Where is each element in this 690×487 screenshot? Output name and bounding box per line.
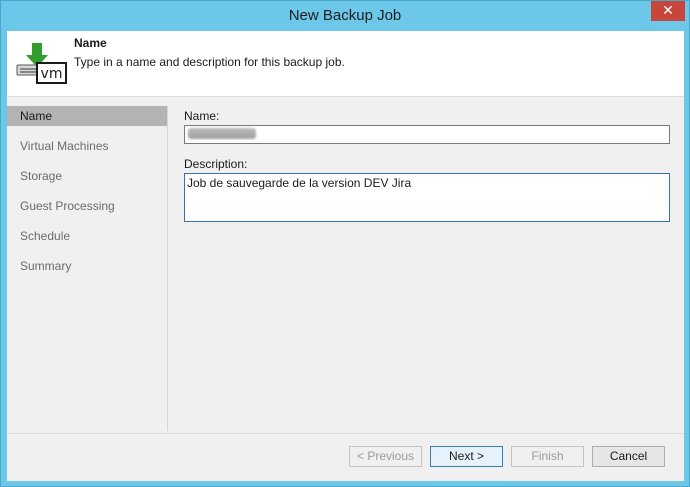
name-input[interactable] [184,125,670,144]
step-title: Name [74,36,107,50]
footer-divider [7,433,684,434]
close-icon: ✕ [662,2,674,18]
backup-vm-icon: vm [16,43,67,84]
sidebar-item-summary[interactable]: Summary [7,256,167,276]
sidebar-item-storage[interactable]: Storage [7,166,167,186]
redacted-name-value [188,128,256,139]
next-button[interactable]: Next > [430,446,503,467]
sidebar-item-guest-processing[interactable]: Guest Processing [7,196,167,216]
window-title: New Backup Job [288,7,402,24]
sidebar-item-name[interactable]: Name [7,106,167,126]
wizard-body: vm Name Type in a name and description f… [7,31,684,481]
wizard-steps-sidebar: Name Virtual Machines Storage Guest Proc… [7,106,168,431]
finish-button[interactable]: Finish [511,446,584,467]
previous-button[interactable]: < Previous [349,446,422,467]
sidebar-item-virtual-machines[interactable]: Virtual Machines [7,136,167,156]
sidebar-item-schedule[interactable]: Schedule [7,226,167,246]
step-description: Type in a name and description for this … [74,55,345,69]
name-label: Name: [184,109,220,123]
description-label: Description: [184,157,248,171]
description-input[interactable]: Job de sauvegarde de la version DEV Jira [184,173,670,222]
cancel-button[interactable]: Cancel [592,446,665,467]
vm-icon-text: vm [41,66,63,82]
close-button[interactable]: ✕ [651,1,685,21]
step-header: vm Name Type in a name and description f… [7,31,684,97]
wizard-window: New Backup Job ✕ vm Name Type in a name … [0,0,690,487]
